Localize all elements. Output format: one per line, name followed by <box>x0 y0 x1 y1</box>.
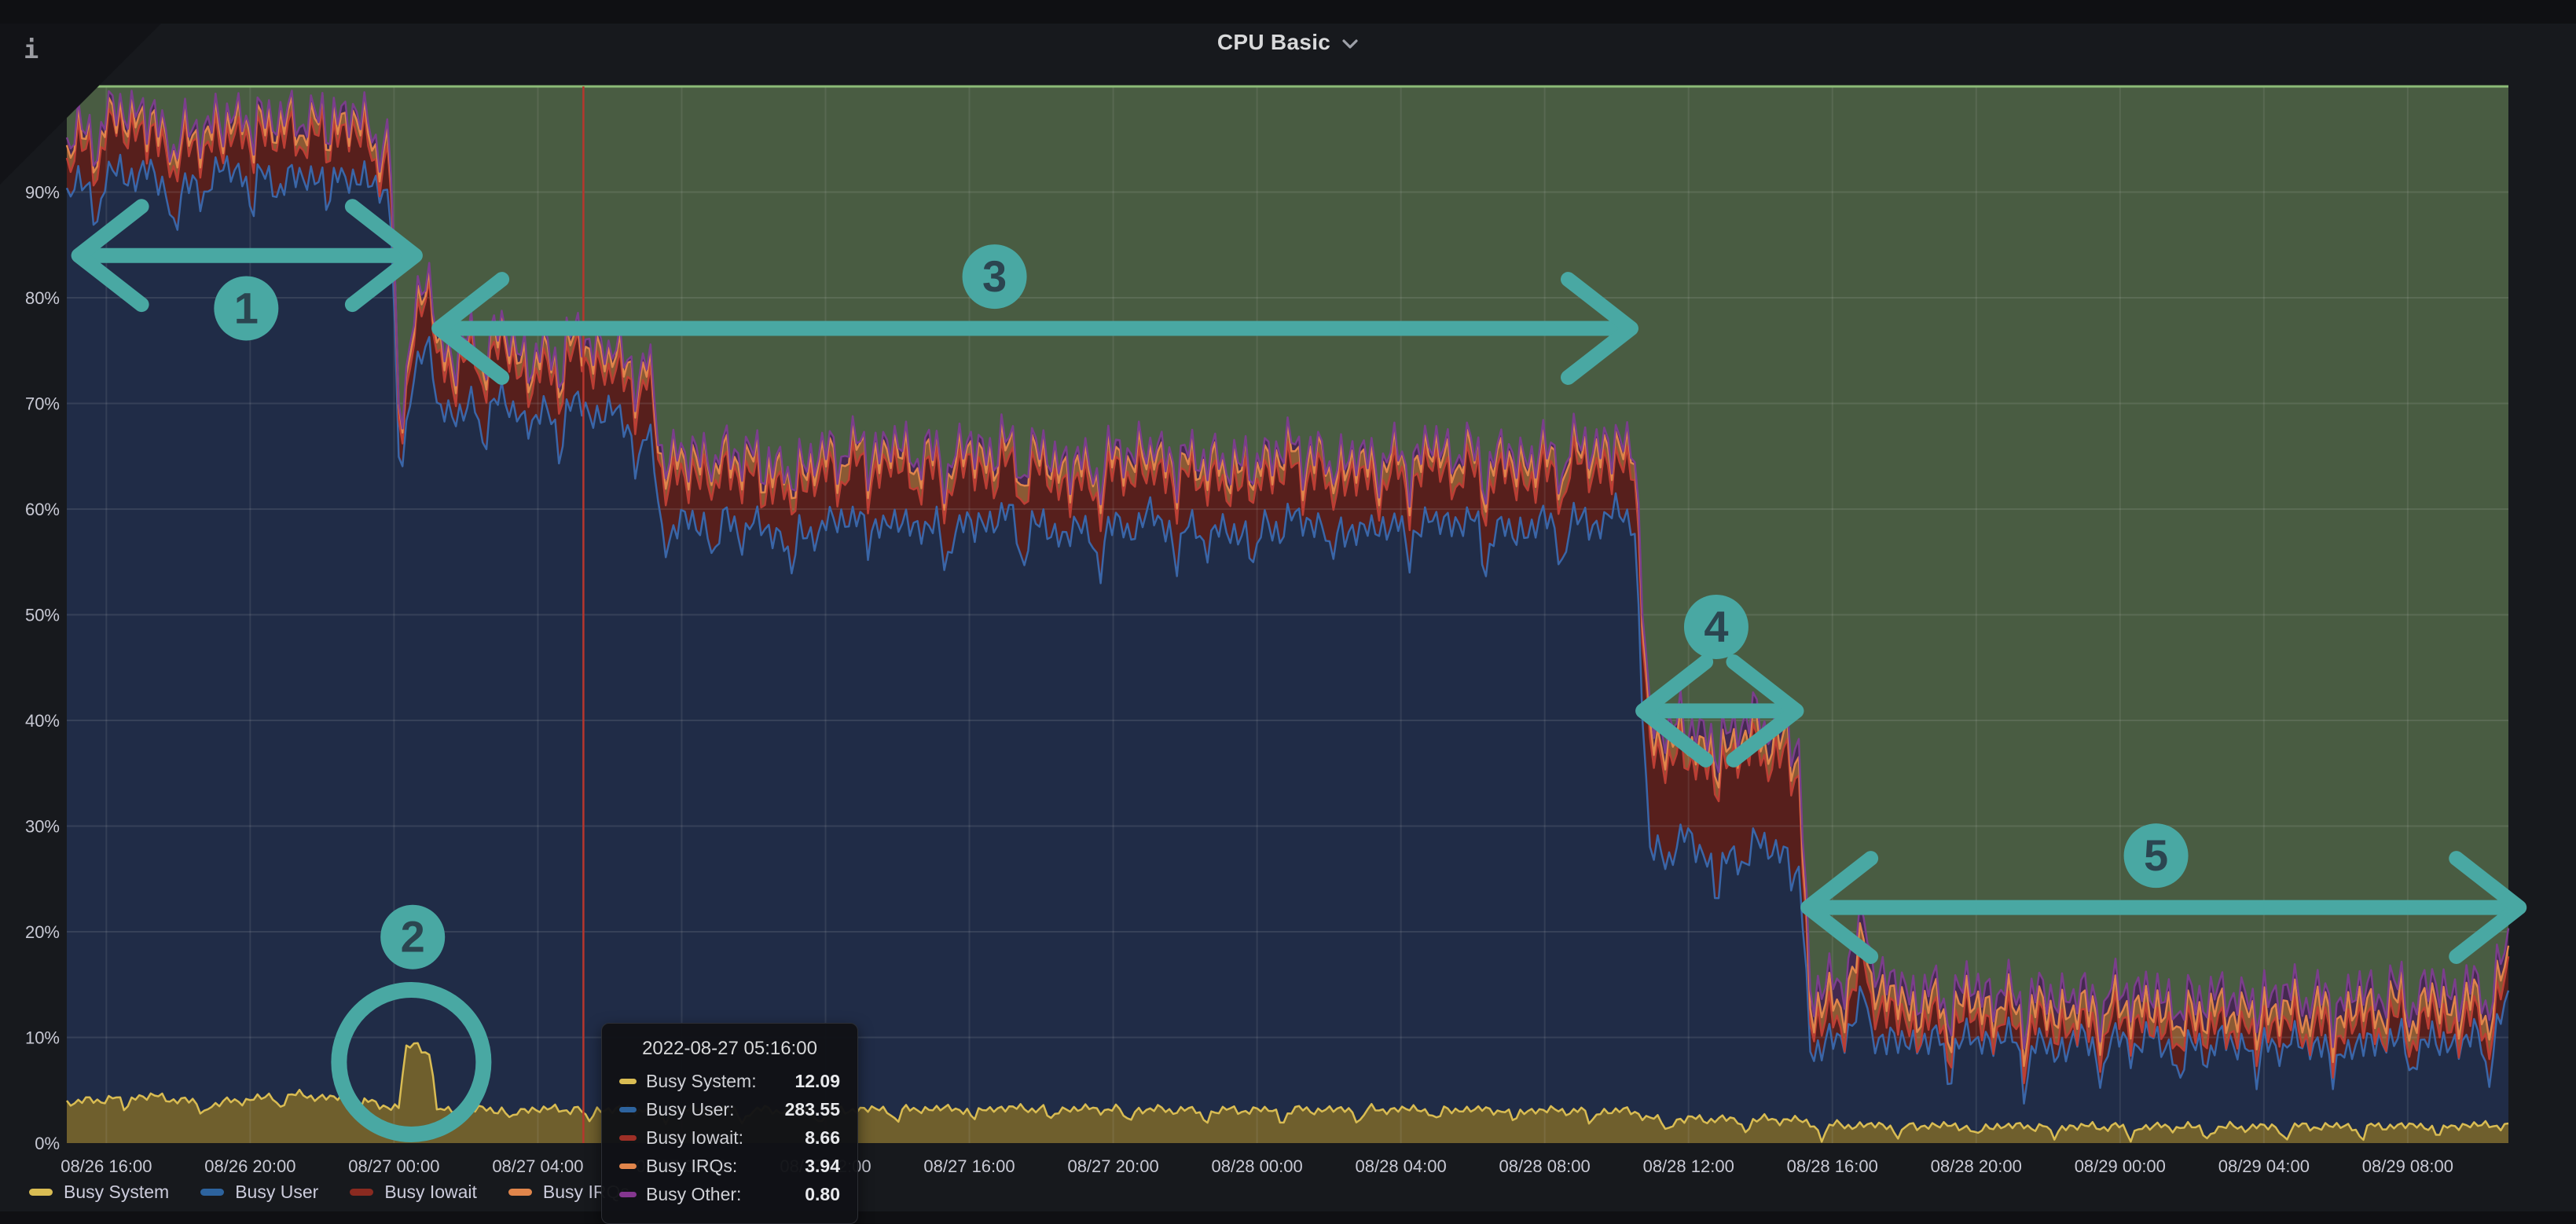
busy-irqs-swatch-icon <box>619 1164 637 1169</box>
y-axis-label: 90% <box>25 183 60 203</box>
tooltip-timestamp: 2022-08-27 05:16:00 <box>619 1038 840 1060</box>
x-axis-label: 08/28 16:00 <box>1787 1156 1878 1176</box>
legend-item-busy-system[interactable]: Busy System <box>29 1182 169 1203</box>
panel-header: CPU Basic <box>0 30 2576 55</box>
x-axis-label: 08/27 20:00 <box>1067 1156 1158 1176</box>
busy-system-swatch-icon <box>619 1079 637 1084</box>
x-axis-label: 08/28 04:00 <box>1356 1156 1447 1176</box>
y-axis-label: 50% <box>25 606 60 625</box>
annotation-badge-number: 1 <box>234 283 259 332</box>
tooltip-row: Busy System: 12.09 <box>619 1071 840 1092</box>
y-axis-label: 60% <box>25 500 60 519</box>
hover-tooltip: 2022-08-27 05:16:00 Busy System: 12.09 B… <box>601 1023 858 1224</box>
x-axis-label: 08/26 16:00 <box>61 1156 152 1176</box>
busy-other-swatch-icon <box>619 1192 637 1197</box>
y-axis-label: 10% <box>25 1028 60 1048</box>
x-axis-label: 08/29 00:00 <box>2075 1156 2166 1176</box>
y-axis-label: 40% <box>25 711 60 731</box>
page-title: CPU Basic <box>1217 30 1330 55</box>
tooltip-row: Busy IRQs: 3.94 <box>619 1156 840 1177</box>
annotation-badge-number: 4 <box>1704 602 1728 651</box>
chart-legend: Busy SystemBusy UserBusy IowaitBusy IRQs <box>29 1182 629 1203</box>
x-axis-label: 08/28 00:00 <box>1211 1156 1302 1176</box>
legend-swatch-icon <box>200 1189 224 1196</box>
x-axis-label: 08/29 04:00 <box>2218 1156 2310 1176</box>
y-axis-label: 80% <box>25 288 60 308</box>
legend-item-busy-iowait[interactable]: Busy Iowait <box>350 1182 477 1203</box>
legend-label: Busy User <box>235 1182 318 1203</box>
legend-swatch-icon <box>508 1189 532 1196</box>
x-axis-label: 08/27 00:00 <box>348 1156 439 1176</box>
legend-label: Busy System <box>64 1182 169 1203</box>
panel-title-menu[interactable]: CPU Basic <box>1217 30 1359 55</box>
x-axis-label: 08/27 16:00 <box>923 1156 1015 1176</box>
legend-label: Busy Iowait <box>384 1182 477 1203</box>
busy-user-swatch-icon <box>619 1107 637 1112</box>
y-axis-label: 30% <box>25 817 60 837</box>
legend-item-busy-user[interactable]: Busy User <box>200 1182 318 1203</box>
x-axis-label: 08/28 12:00 <box>1643 1156 1734 1176</box>
cpu-usage-stacked-area-chart[interactable]: 0%10%20%30%40%50%60%70%80%90%100%08/26 1… <box>0 0 2576 1211</box>
x-axis-label: 08/27 04:00 <box>492 1156 583 1176</box>
y-axis-label: 0% <box>35 1134 60 1153</box>
legend-swatch-icon <box>29 1189 53 1196</box>
chevron-down-icon <box>1341 38 1359 49</box>
tooltip-row: Busy Other: 0.80 <box>619 1184 840 1205</box>
x-axis-label: 08/26 20:00 <box>204 1156 295 1176</box>
x-axis-label: 08/28 20:00 <box>1931 1156 2022 1176</box>
legend-swatch-icon <box>350 1189 373 1196</box>
tooltip-row: Busy Iowait: 8.66 <box>619 1127 840 1149</box>
grafana-cpu-basic-panel: { "page": { "title": "CPU Basic", "info_… <box>0 0 2576 1211</box>
annotation-badge-number: 5 <box>2144 830 2168 880</box>
annotation-badge-number: 3 <box>982 251 1007 301</box>
busy-iowait-swatch-icon <box>619 1135 637 1141</box>
x-axis-label: 08/29 08:00 <box>2362 1156 2453 1176</box>
y-axis-label: 70% <box>25 394 60 414</box>
x-axis-label: 08/28 08:00 <box>1499 1156 1591 1176</box>
tooltip-row: Busy User: 283.55 <box>619 1099 840 1120</box>
annotation-badge-number: 2 <box>401 912 425 962</box>
y-axis-label: 20% <box>25 922 60 942</box>
